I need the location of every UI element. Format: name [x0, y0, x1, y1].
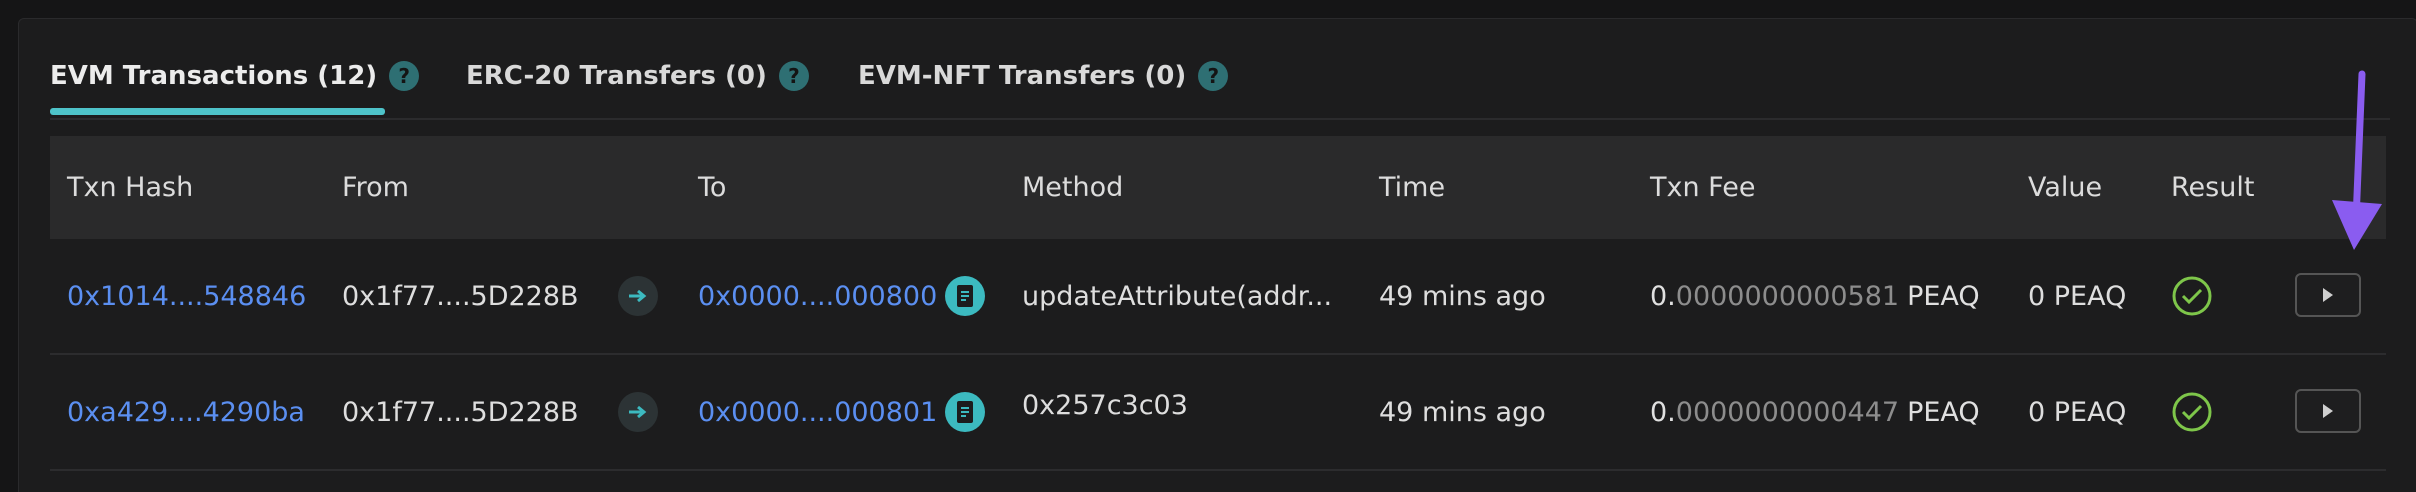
- arrow-right-icon: [618, 392, 658, 432]
- check-circle-icon: [2172, 276, 2212, 316]
- expand-row-button[interactable]: [2295, 389, 2361, 433]
- to-address-link[interactable]: 0x0000....000800: [698, 281, 937, 312]
- result: [2171, 239, 2213, 353]
- tab-label: EVM Transactions (12): [50, 61, 378, 91]
- header-time: Time: [1379, 172, 1446, 203]
- play-icon: [2323, 288, 2333, 302]
- to-cell: 0x0000....000800: [698, 239, 986, 353]
- fee-unit: PEAQ: [1907, 396, 1980, 428]
- help-icon[interactable]: ?: [778, 61, 809, 91]
- fee-fraction: 0000000000581: [1675, 280, 1900, 312]
- tab-bar: EVM Transactions (12) ? ERC-20 Transfers…: [50, 40, 2390, 120]
- time: 49 mins ago: [1379, 396, 1546, 428]
- method: updateAttribute(addr...: [1022, 280, 1333, 312]
- header-txn-hash: Txn Hash: [67, 172, 194, 203]
- value: 0 PEAQ: [2028, 280, 2127, 312]
- header-result: Result: [2171, 172, 2255, 203]
- header-value: Value: [2028, 172, 2103, 203]
- header-txn-fee: Txn Fee: [1650, 172, 1756, 203]
- help-icon[interactable]: ?: [1198, 61, 1229, 91]
- table-header: Txn Hash From To Method Time Txn Fee Val…: [50, 136, 2386, 239]
- play-icon: [2323, 404, 2333, 418]
- check-circle-icon: [2172, 392, 2212, 432]
- help-icon[interactable]: ?: [389, 61, 420, 91]
- time: 49 mins ago: [1379, 280, 1546, 312]
- header-from: From: [342, 172, 409, 203]
- result: [2171, 355, 2213, 469]
- header-method: Method: [1022, 172, 1124, 203]
- from-address: 0x1f77....5D228B: [342, 280, 579, 312]
- fee-integer: 0.: [1650, 280, 1676, 312]
- to-cell: 0x0000....000801: [698, 355, 986, 469]
- value: 0 PEAQ: [2028, 396, 2127, 428]
- fee-fraction: 0000000000447: [1675, 396, 1900, 428]
- method: 0x257c3c03: [1022, 389, 1188, 421]
- annotation-arrow-icon: [2332, 70, 2382, 250]
- tab-evm-transactions[interactable]: EVM Transactions (12) ?: [50, 54, 420, 98]
- to-address-link[interactable]: 0x0000....000801: [698, 397, 937, 428]
- contract-doc-icon[interactable]: [945, 392, 986, 432]
- txn-hash-link[interactable]: 0x1014....548846: [67, 239, 306, 353]
- direction-indicator: [618, 239, 658, 353]
- tab-label: EVM-NFT Transfers (0): [858, 61, 1187, 91]
- table-row: 0x1014....548846 0x1f77....5D228B 0x0000…: [50, 239, 2386, 355]
- tab-label: ERC-20 Transfers (0): [466, 61, 767, 91]
- direction-indicator: [618, 355, 658, 469]
- table-row: 0xa429....4290ba 0x1f77....5D228B 0x0000…: [50, 355, 2386, 471]
- fee-integer: 0.: [1650, 396, 1676, 428]
- active-tab-indicator: [50, 108, 385, 115]
- tab-erc20-transfers[interactable]: ERC-20 Transfers (0) ?: [466, 54, 809, 98]
- expand-row-button[interactable]: [2295, 273, 2361, 317]
- arrow-right-icon: [618, 276, 658, 316]
- fee-unit: PEAQ: [1907, 280, 1980, 312]
- txn-hash-link[interactable]: 0xa429....4290ba: [67, 355, 305, 469]
- tab-evm-nft-transfers[interactable]: EVM-NFT Transfers (0) ?: [858, 54, 1229, 98]
- header-to: To: [698, 172, 727, 203]
- contract-doc-icon[interactable]: [945, 276, 986, 316]
- txn-fee: 0. 0000000000447 PEAQ: [1650, 355, 1980, 469]
- txn-fee: 0. 0000000000581 PEAQ: [1650, 239, 1980, 353]
- from-address: 0x1f77....5D228B: [342, 396, 579, 428]
